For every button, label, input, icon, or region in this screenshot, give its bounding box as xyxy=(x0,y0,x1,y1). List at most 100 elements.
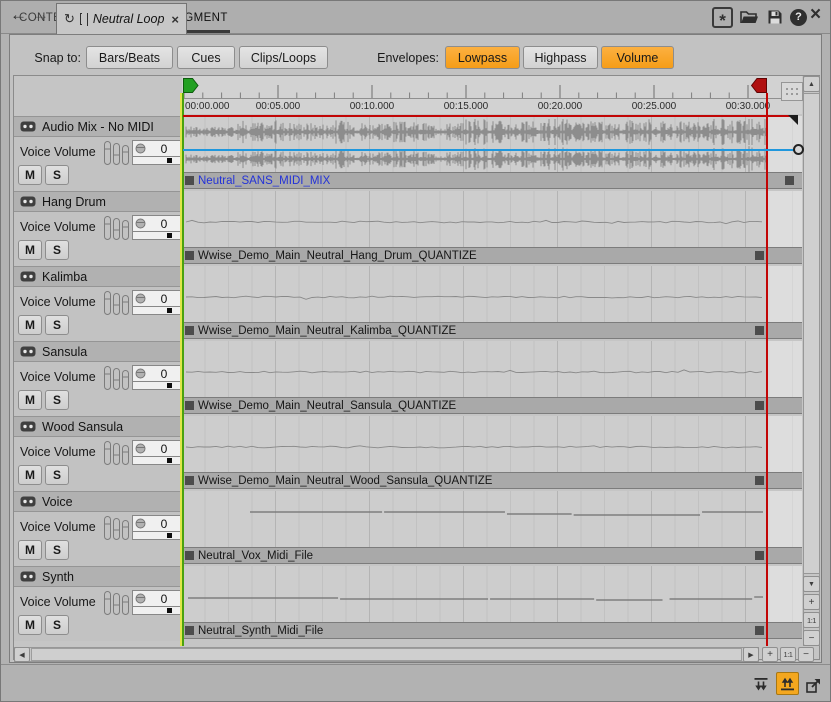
mute-button[interactable]: M xyxy=(18,240,42,260)
slider-handle[interactable] xyxy=(167,458,172,463)
clip-left-handle[interactable] xyxy=(185,401,194,410)
clip-right-handle[interactable] xyxy=(755,326,764,335)
voice-volume-field[interactable]: 0 xyxy=(132,440,183,457)
clip-bar[interactable]: Neutral_Vox_Midi_File xyxy=(182,547,802,564)
tab-close-icon[interactable]: × xyxy=(171,12,179,27)
help-icon[interactable]: ? xyxy=(790,9,807,26)
clip-right-handle[interactable] xyxy=(755,251,764,260)
close-view-icon[interactable]: × xyxy=(810,4,821,26)
track-lane-voice[interactable]: Neutral_Vox_Midi_File xyxy=(182,491,802,566)
slider-handle[interactable] xyxy=(167,158,172,163)
duration-end-handle[interactable] xyxy=(788,115,798,125)
track-header[interactable]: Hang Drum xyxy=(14,191,181,212)
slider-handle[interactable] xyxy=(167,383,172,388)
expand-all-button[interactable] xyxy=(776,672,799,695)
solo-button[interactable]: S xyxy=(45,540,69,560)
vertical-zoom-reset-button[interactable]: 1:1 xyxy=(803,612,820,628)
horizontal-zoom-out-button[interactable]: − xyxy=(798,647,814,662)
snap-button-cues[interactable]: Cues xyxy=(177,46,235,69)
solo-button[interactable]: S xyxy=(45,165,69,185)
vertical-scrollbar-thumb[interactable] xyxy=(803,93,820,574)
solo-button[interactable]: S xyxy=(45,390,69,410)
voice-volume-field[interactable]: 0 xyxy=(132,140,183,157)
track-lane-kalimba[interactable]: Wwise_Demo_Main_Neutral_Kalimba_QUANTIZE xyxy=(182,266,802,341)
clip-bar[interactable]: Wwise_Demo_Main_Neutral_Sansula_QUANTIZE xyxy=(182,397,802,414)
time-ruler[interactable]: 00:00.00000:05.00000:10.00000:15.00000:2… xyxy=(182,76,802,114)
collapse-all-icon[interactable] xyxy=(751,675,771,695)
faders-icon[interactable] xyxy=(103,215,131,241)
voice-volume-field[interactable]: 0 xyxy=(132,215,183,232)
waveform-area[interactable] xyxy=(182,416,802,472)
voice-volume-field[interactable]: 0 xyxy=(132,515,183,532)
track-header[interactable]: Sansula xyxy=(14,341,181,362)
voice-volume-slider[interactable] xyxy=(132,307,183,315)
voice-volume-slider[interactable] xyxy=(132,457,183,465)
vertical-zoom-in-button[interactable]: + xyxy=(803,594,820,610)
waveform-area[interactable] xyxy=(182,341,802,397)
horizontal-zoom-reset-button[interactable]: 1:1 xyxy=(780,647,796,662)
solo-button[interactable]: S xyxy=(45,465,69,485)
clip-bar[interactable]: Neutral_Synth_Midi_File xyxy=(182,622,802,639)
ruler-grip-handle[interactable] xyxy=(781,82,803,101)
clip-bar[interactable]: Wwise_Demo_Main_Neutral_Kalimba_QUANTIZE xyxy=(182,322,802,339)
envelope-button-lowpass[interactable]: Lowpass xyxy=(445,46,520,69)
clip-right-handle[interactable] xyxy=(755,551,764,560)
clip-left-handle[interactable] xyxy=(185,326,194,335)
clip-right-handle[interactable] xyxy=(755,476,764,485)
entry-cue-flag[interactable] xyxy=(183,78,199,93)
clip-bar[interactable]: Neutral_SANS_MIDI_MIX xyxy=(182,172,802,189)
clip-right-handle[interactable] xyxy=(755,626,764,635)
track-lane-audio-mix-no-midi[interactable]: Neutral_SANS_MIDI_MIX xyxy=(182,116,802,191)
mute-button[interactable]: M xyxy=(18,615,42,635)
track-header[interactable]: Voice xyxy=(14,491,181,512)
scroll-left-icon[interactable]: ◀ xyxy=(14,647,30,662)
slider-handle[interactable] xyxy=(167,608,172,613)
voice-volume-slider[interactable] xyxy=(132,532,183,540)
voice-volume-slider[interactable] xyxy=(132,607,183,615)
clip-left-handle[interactable] xyxy=(185,551,194,560)
envelope-button-volume[interactable]: Volume xyxy=(601,46,674,69)
track-header[interactable]: Synth xyxy=(14,566,181,587)
exit-cue-flag[interactable] xyxy=(751,78,767,93)
snap-button-clips-loops[interactable]: Clips/Loops xyxy=(239,46,328,69)
mute-button[interactable]: M xyxy=(18,540,42,560)
open-icon[interactable] xyxy=(740,10,759,25)
clip-right-handle[interactable] xyxy=(785,176,794,185)
faders-icon[interactable] xyxy=(103,440,131,466)
solo-button[interactable]: S xyxy=(45,315,69,335)
solo-button[interactable]: S xyxy=(45,615,69,635)
track-header[interactable]: Wood Sansula xyxy=(14,416,181,437)
scroll-right-icon[interactable]: ▶ xyxy=(743,647,759,662)
waveform-area[interactable] xyxy=(182,491,802,547)
track-lane-hang-drum[interactable]: Wwise_Demo_Main_Neutral_Hang_Drum_QUANTI… xyxy=(182,191,802,266)
faders-icon[interactable] xyxy=(103,140,131,166)
voice-volume-field[interactable]: 0 xyxy=(132,290,183,307)
pin-view-button[interactable]: * xyxy=(712,7,733,28)
envelope-button-highpass[interactable]: Highpass xyxy=(523,46,598,69)
voice-volume-slider[interactable] xyxy=(132,232,183,240)
mute-button[interactable]: M xyxy=(18,390,42,410)
horizontal-scrollbar-thumb[interactable] xyxy=(31,648,742,661)
waveform-area[interactable] xyxy=(182,266,802,322)
horizontal-zoom-in-button[interactable]: + xyxy=(762,647,778,662)
voice-volume-field[interactable]: 0 xyxy=(132,590,183,607)
clip-bar[interactable]: Wwise_Demo_Main_Neutral_Wood_Sansula_QUA… xyxy=(182,472,802,489)
track-header[interactable]: Kalimba xyxy=(14,266,181,287)
slider-handle[interactable] xyxy=(167,233,172,238)
snap-button-bars-beats[interactable]: Bars/Beats xyxy=(86,46,173,69)
waveform-area[interactable] xyxy=(182,116,802,172)
volume-envelope-line[interactable] xyxy=(183,149,799,151)
slider-handle[interactable] xyxy=(167,308,172,313)
clip-bar[interactable]: Wwise_Demo_Main_Neutral_Hang_Drum_QUANTI… xyxy=(182,247,802,264)
scroll-down-icon[interactable]: ▼ xyxy=(803,576,820,592)
voice-volume-slider[interactable] xyxy=(132,157,183,165)
track-header[interactable]: Audio Mix - No MIDI xyxy=(14,116,181,137)
vertical-zoom-out-button[interactable]: − xyxy=(803,630,820,646)
clip-left-handle[interactable] xyxy=(185,626,194,635)
slider-handle[interactable] xyxy=(167,533,172,538)
faders-icon[interactable] xyxy=(103,590,131,616)
faders-icon[interactable] xyxy=(103,290,131,316)
mute-button[interactable]: M xyxy=(18,465,42,485)
tab-neutral-loop[interactable]: ↻ Neutral Loop × xyxy=(56,3,187,34)
mute-button[interactable]: M xyxy=(18,315,42,335)
